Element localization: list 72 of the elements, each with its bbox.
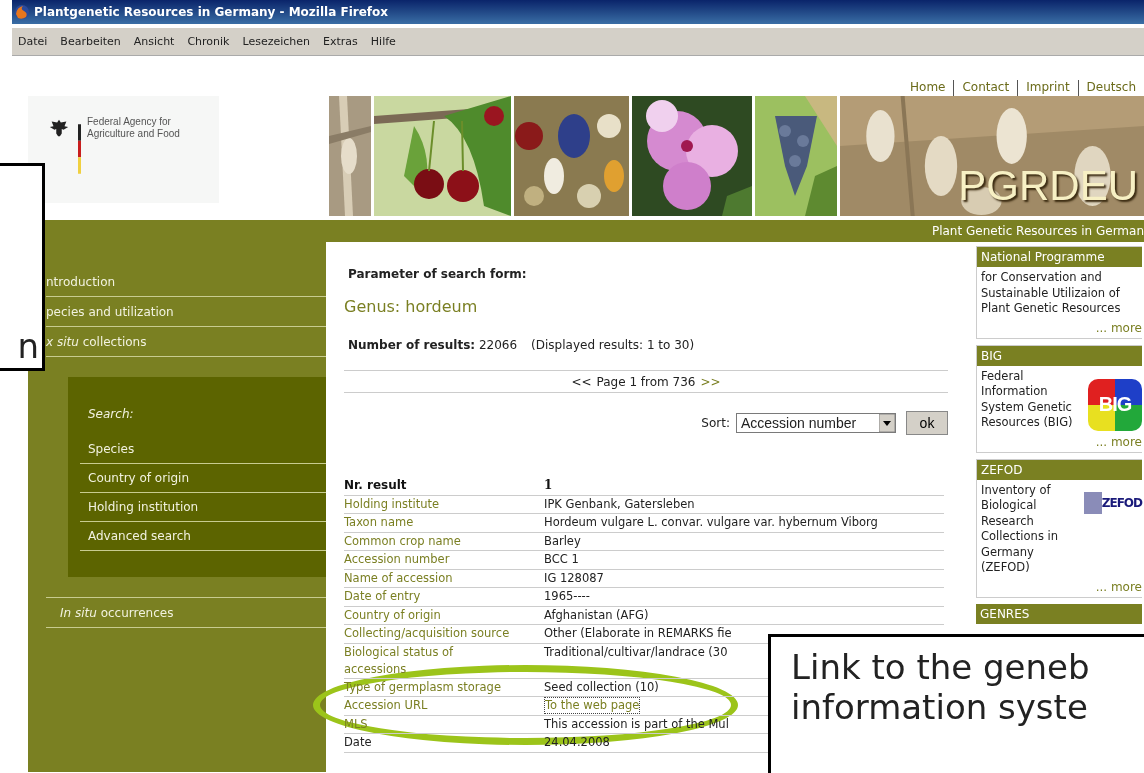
field-label: Common crop name xyxy=(344,532,462,550)
callout-text: Link to the geneb xyxy=(791,647,1091,687)
field-value: Afghanistan (AFG) xyxy=(544,606,649,624)
dropdown-arrow-icon xyxy=(879,414,895,432)
field-label: Holding institute xyxy=(344,495,441,513)
tagline: Plant Genetic Resources in German xyxy=(931,224,1144,238)
sidebar-item[interactable]: pecies and utilization xyxy=(46,297,326,327)
menu-item[interactable]: Extras xyxy=(323,35,365,48)
table-header: Nr. result xyxy=(344,477,408,494)
field-value: Other (Elaborate in REMARKS fie xyxy=(544,625,732,642)
sort-dropdown[interactable]: Accession number xyxy=(736,413,896,433)
puzzle-logo: BIG xyxy=(1088,378,1142,431)
submenu-item[interactable]: Holding institution xyxy=(80,493,326,522)
menu-item[interactable]: Lesezeichen xyxy=(242,35,318,48)
panel-title: National Programme xyxy=(977,247,1142,267)
agency-name: Federal Agency for xyxy=(87,116,172,128)
sidebar-item[interactable]: In situ occurrences xyxy=(46,598,326,628)
sort-label: Sort: xyxy=(701,416,730,430)
results-count: Number of results: 22066 xyxy=(348,338,518,352)
ok-button[interactable]: ok xyxy=(906,411,948,435)
panel-text: Federal Information System Genetic Resources (BIG) xyxy=(981,368,1074,431)
menu-item[interactable]: Chronik xyxy=(187,35,237,48)
genus-title: Genus: hordeum xyxy=(344,297,479,316)
submenu-title: Search: xyxy=(87,407,135,423)
browser-icon xyxy=(14,4,30,20)
field-value: 1965---- xyxy=(544,588,590,605)
next-page-link[interactable]: >> xyxy=(700,374,721,389)
panel-title: GENRES xyxy=(976,603,1142,624)
menu-item[interactable]: Hilfe xyxy=(370,35,403,48)
prev-page-marker: << xyxy=(571,374,592,389)
field-label: Date of entry xyxy=(344,588,422,605)
field-label: Collecting/acquisition source xyxy=(344,625,511,642)
window-title: Plantgenetic Resources in Germany - Mozilla Firefox xyxy=(34,5,389,19)
form-parameter-heading: Parameter of search form: xyxy=(347,267,528,281)
field-value: Seed collection (10) xyxy=(544,678,659,696)
more-link[interactable]: ... more xyxy=(981,434,1142,449)
field-label: Accession URL xyxy=(344,697,429,714)
menu-item[interactable]: Datei xyxy=(18,35,55,48)
panel-title: BIG xyxy=(977,345,1142,366)
field-label: Date xyxy=(344,734,373,751)
page-indicator: Page 1 from 736 xyxy=(596,374,696,389)
field-label: Name of accession xyxy=(344,569,454,587)
squares-logo: ZEFOD xyxy=(1083,490,1142,515)
submenu-item[interactable]: Country of origin xyxy=(80,464,326,493)
sidebar-item[interactable]: x situ collections xyxy=(46,327,326,357)
submenu-item[interactable]: Advanced search xyxy=(80,522,326,551)
panel-title: ZEFOD xyxy=(977,459,1142,480)
field-value: Barley xyxy=(544,532,581,550)
panel-text: Inventory of Biological Research Collections in Germany (ZEFOD) xyxy=(981,482,1059,576)
more-link[interactable]: ... more xyxy=(981,579,1142,594)
nav-link[interactable]: Home xyxy=(902,80,954,96)
field-label: Taxon name xyxy=(344,514,415,531)
field-value: Traditional/cultivar/landrace (30 xyxy=(544,643,728,661)
field-value: IG 128087 xyxy=(544,569,604,587)
sidebar-item[interactable]: ntroduction xyxy=(46,267,326,297)
field-value: IPK Genbank, Gatersleben xyxy=(544,495,695,513)
field-value: BCC 1 xyxy=(544,551,579,568)
menu-item[interactable]: Ansicht xyxy=(133,35,182,48)
callout-text: information syste xyxy=(791,687,1089,727)
panel-text: for Conservation and Sustainable Utilizaion of Plant Genetic Resources xyxy=(981,270,1122,317)
callout-text: n xyxy=(17,326,39,366)
field-label: Country of origin xyxy=(344,606,442,624)
web-page-link[interactable]: To the web page xyxy=(544,697,641,714)
displayed-range: (Displayed results: 1 to 30) xyxy=(531,338,695,352)
field-label: Biological status of accessions xyxy=(344,643,455,678)
submenu-item[interactable]: Species xyxy=(80,435,326,464)
table-header: 1 xyxy=(544,477,553,494)
menu-item[interactable]: Bearbeiten xyxy=(60,35,128,48)
field-label: Accession number xyxy=(344,551,451,568)
more-link[interactable]: ... more xyxy=(981,320,1142,335)
agency-name: Agriculture and Food xyxy=(87,128,180,140)
field-value: Hordeum vulgare L. convar. vulgare var. hybernum Viborg xyxy=(544,514,878,531)
